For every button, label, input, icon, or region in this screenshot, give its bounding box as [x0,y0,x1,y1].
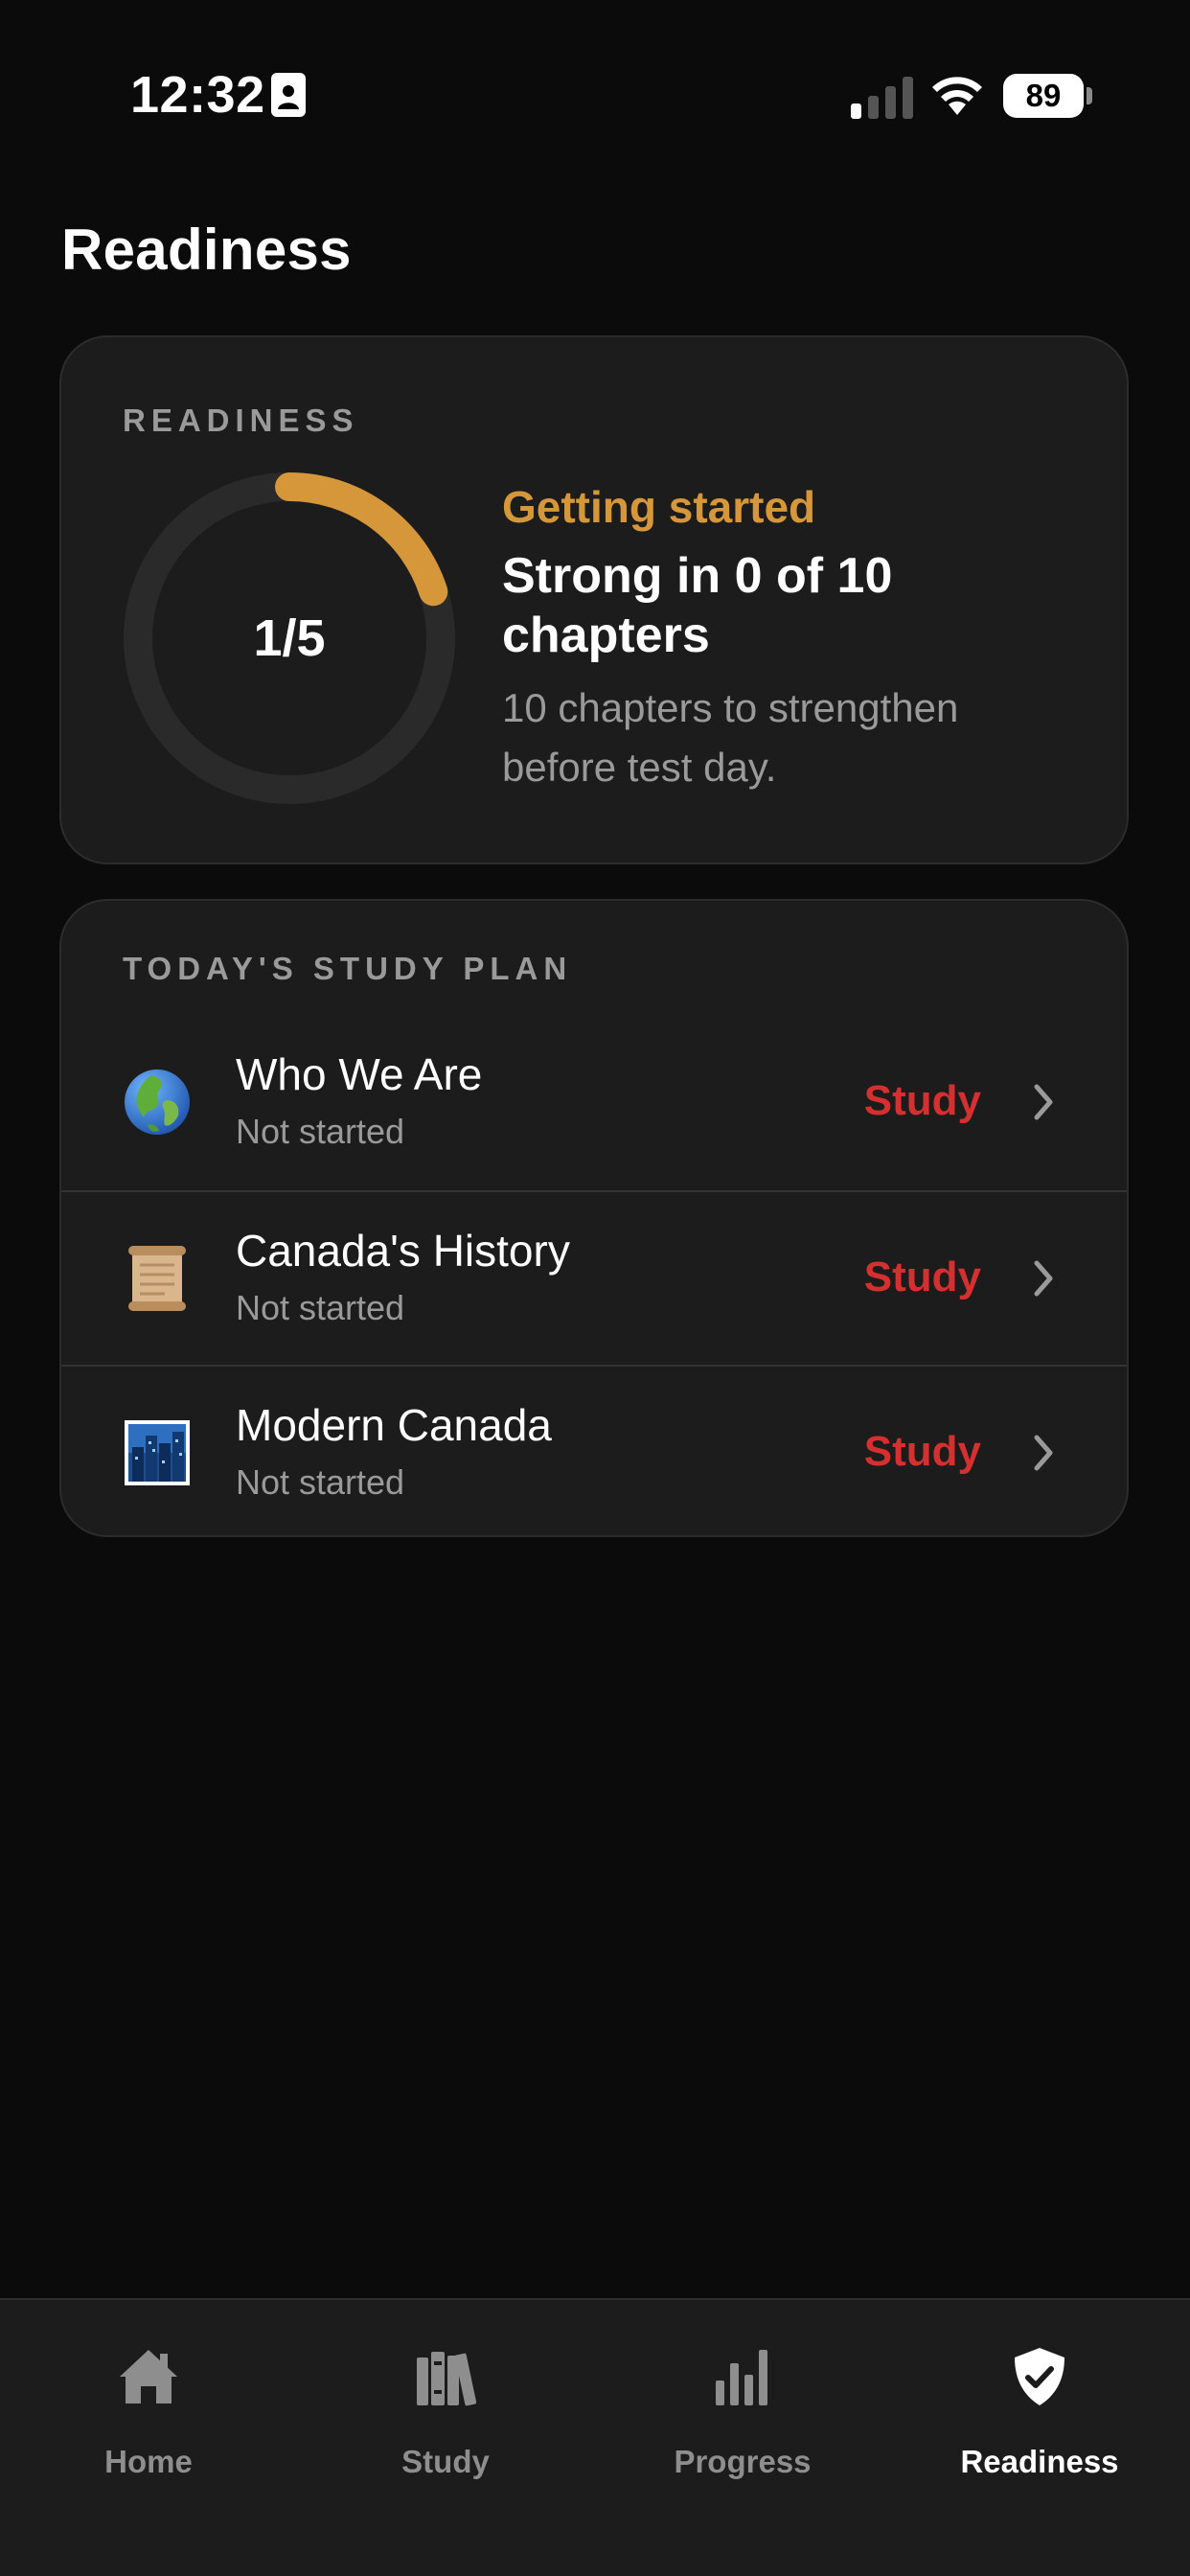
study-plan-card: TODAY'S STUDY PLAN Who We Are Not starte… [59,899,1129,1537]
study-item-status: Not started [236,1288,405,1327]
tab-bar: Home Study Progress Readiness [0,2298,1190,2576]
tab-label: Readiness [960,2444,1119,2479]
study-item-title: Modern Canada [236,1400,552,1450]
city-icon [125,1420,190,1485]
readiness-subtext: 10 chapters to strengthen before test da… [502,685,959,790]
tab-study[interactable]: Study [297,2300,594,2511]
chevron-right-icon [1034,1260,1053,1297]
readiness-headline: Strong in 0 of 10 chapters [502,548,893,663]
study-plan-item[interactable]: Canada's History Not started Study [61,1190,1127,1367]
study-item-title: Canada's History [236,1226,570,1276]
home-icon [120,2350,177,2404]
battery-nub [1087,87,1092,104]
shield-check-icon [1015,2348,1064,2405]
id-card-icon [271,73,306,117]
chevron-right-icon [1034,1435,1053,1471]
study-button[interactable]: Study [864,1077,981,1125]
tab-home[interactable]: Home [0,2300,297,2511]
readiness-card: READINESS 1/5 Getting started Strong in … [59,335,1129,864]
tab-progress[interactable]: Progress [594,2300,891,2511]
study-item-status: Not started [236,1112,405,1151]
wifi-icon [932,77,982,115]
tab-label: Home [104,2444,193,2479]
study-plan-item[interactable]: Who We Are Not started Study [61,1016,1127,1190]
study-item-status: Not started [236,1462,405,1502]
bar-chart-icon [716,2350,767,2405]
cellular-signal-icon [851,77,913,119]
globe-icon [125,1070,190,1135]
scroll-icon [128,1246,186,1311]
study-plan-section-label: TODAY'S STUDY PLAN [123,951,573,986]
status-time: 12:32 [130,66,265,124]
study-item-title: Who We Are [236,1049,483,1099]
readiness-section-label: READINESS [123,402,359,438]
readiness-status: Getting started [502,482,816,532]
tab-label: Study [401,2444,490,2479]
chevron-right-icon [1034,1084,1053,1120]
tab-label: Progress [674,2444,812,2479]
study-plan-item[interactable]: Modern Canada Not started Study [61,1365,1127,1541]
study-button[interactable]: Study [864,1254,981,1301]
books-icon [417,2352,476,2406]
status-bar: 12:32 89 [0,0,1190,192]
tab-readiness[interactable]: Readiness [891,2300,1188,2511]
page-title: Readiness [61,218,352,282]
battery-level: 89 [1003,74,1084,118]
study-button[interactable]: Study [864,1428,981,1476]
readiness-score: 1/5 [253,610,326,667]
